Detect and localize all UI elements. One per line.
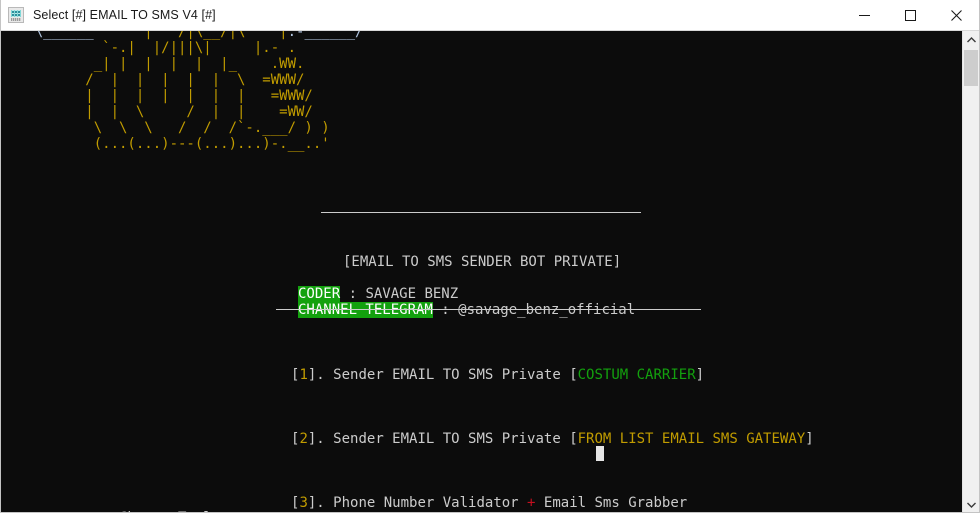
- text-cursor: [529, 430, 605, 478]
- menu-item-2-number: 2: [299, 431, 308, 447]
- separator-line-menu: [276, 309, 701, 310]
- prompt-line[interactable]: Choose Tool ~~>: [119, 478, 245, 512]
- channel-sep: :: [432, 302, 459, 318]
- console-icon: [8, 7, 24, 23]
- menu-item-3-tail: Email Sms Grabber: [535, 495, 688, 511]
- scroll-up-icon[interactable]: [963, 31, 979, 48]
- menu-item-3-label: Phone Number Validator: [333, 495, 528, 511]
- console-body[interactable]: \______ | /|\__/|\ |.-______/ `-.| |/|||…: [1, 31, 979, 512]
- minimize-button[interactable]: [841, 0, 887, 30]
- window-controls: [841, 0, 979, 30]
- console-window: Select [#] EMAIL TO SMS V4 [#] \______ |…: [0, 0, 980, 513]
- close-button[interactable]: [933, 0, 979, 30]
- terminal-output[interactable]: \______ | /|\__/|\ |.-______/ `-.| |/|||…: [1, 31, 962, 512]
- menu-item-1-tag: COSTUM CARRIER: [577, 367, 696, 383]
- maximize-button[interactable]: [887, 0, 933, 30]
- menu-item-1-label: Sender EMAIL TO SMS Private: [333, 367, 570, 383]
- menu-item-1[interactable]: [1]. Sender EMAIL TO SMS Private [COSTUM…: [291, 367, 814, 383]
- separator-line-top: [321, 212, 641, 213]
- channel-value: @savage_benz_official: [458, 302, 636, 318]
- scrollbar[interactable]: [962, 31, 979, 512]
- menu-item-2-tag: FROM LIST EMAIL SMS GATEWAY: [577, 431, 806, 447]
- channel-label: CHANNEL TELEGRAM: [298, 302, 433, 318]
- menu-item-3[interactable]: [3]. Phone Number Validator + Email Sms …: [291, 495, 814, 511]
- window-title: Select [#] EMAIL TO SMS V4 [#]: [33, 8, 216, 22]
- scrollbar-thumb[interactable]: [964, 50, 978, 86]
- title-bar[interactable]: Select [#] EMAIL TO SMS V4 [#]: [1, 0, 979, 31]
- menu-item-3-number: 3: [299, 495, 308, 511]
- scroll-down-icon[interactable]: [963, 496, 979, 512]
- menu-list[interactable]: [1]. Sender EMAIL TO SMS Private [COSTUM…: [291, 319, 814, 512]
- menu-item-1-number: 1: [299, 367, 308, 383]
- ascii-art-banner: \______ | /|\__/|\ |.-______/ `-.| |/|||…: [1, 31, 364, 152]
